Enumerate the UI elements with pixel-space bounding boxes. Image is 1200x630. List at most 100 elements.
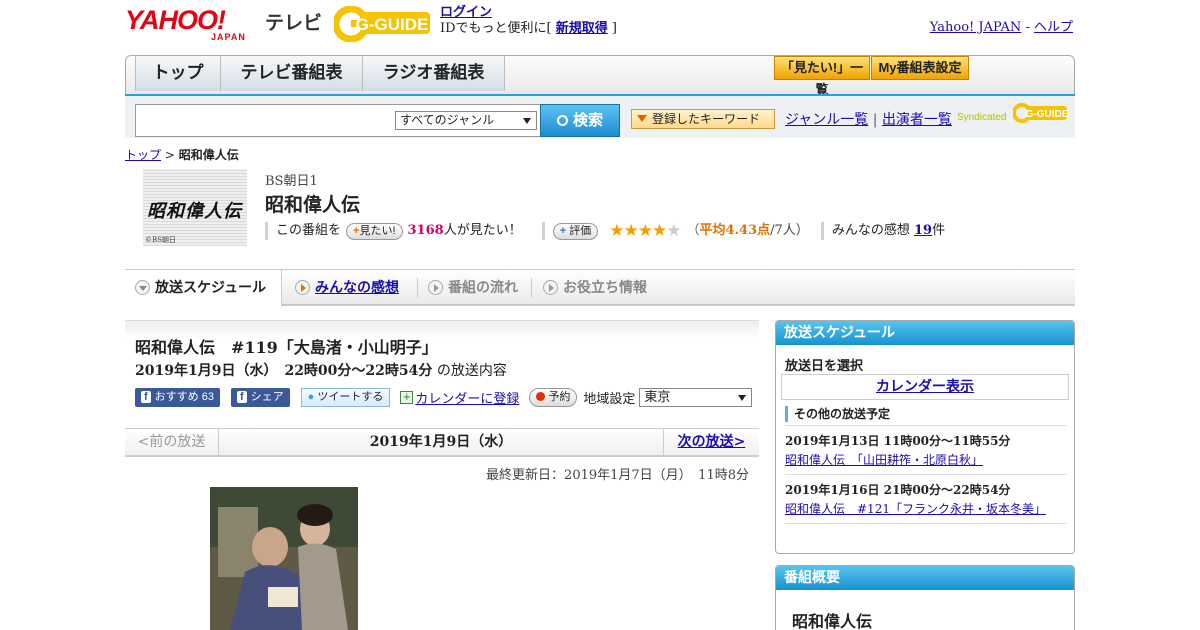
calendar-display-link[interactable]: カレンダー表示 [876,379,974,395]
tab-label: 番組の流れ [448,279,518,295]
top-right-links: Yahoo! JAPAN - ヘルプ [930,16,1073,35]
yahoo-japan-link[interactable]: Yahoo! JAPAN [930,20,1022,35]
search-input[interactable]: すべてのジャンル [135,104,541,137]
mitai-count: 3168 [407,223,444,238]
facebook-recommend-count: 63 [201,391,214,403]
comments-unit: 件 [932,223,946,238]
rating-stars: ★★★★★ [609,221,681,241]
reserve-button[interactable]: 予約 [529,388,578,407]
tweet-button-label: ツイートする [317,391,384,403]
other-broadcast-date: 2019年1月13日 11時00分～11時55分 [785,434,1011,448]
star-empty-icon: ★ [666,221,681,241]
facebook-recommend-label: おすすめ [154,391,199,403]
mitai-list-button[interactable]: 「見たい!」一覧 [774,56,870,97]
tab-program-flow[interactable]: 番組の流れ [418,270,533,305]
star-icon: ★ [637,221,653,241]
tab-comments[interactable]: みんなの感想 [285,270,415,305]
episode-datetime-value: 2019年1月9日（水） 22時00分～22時54分 [135,363,433,379]
star-icon: ★ [651,221,667,241]
play-arrow-icon [295,280,310,295]
facebook-share-button[interactable]: f シェア [230,388,290,407]
episode-info: 昭和偉人伝 #119「大島渚・小山明子」 2019年1月9日（水） 22時00分… [125,320,759,414]
stat-divider [265,222,268,240]
episode-title: 昭和偉人伝 #119「大島渚・小山明子」 [135,338,438,357]
search-button-label: 検索 [572,112,603,129]
link-separator: - [1021,20,1034,35]
stat-divider [820,222,824,240]
facebook-share-label: シェア [250,391,284,403]
region-select[interactable]: 東京 [639,388,753,407]
facebook-icon: f [236,391,247,403]
program-title: 昭和偉人伝 [265,194,361,216]
login-link[interactable]: ログイン [440,5,492,20]
tab-divider [531,278,532,298]
nav-tab-radio-schedule[interactable]: ラジオ番組表 [362,56,505,91]
comments-count-link[interactable]: 19 [914,221,932,241]
id-suffix-text: ] [607,21,617,36]
region-select-value: 東京 [644,390,671,405]
next-broadcast-link[interactable]: 次の放送> [678,434,746,450]
rating-average: 平均4.43点 [699,223,771,238]
rating-count: /7人） [770,223,809,238]
schedule-panel: 放送スケジュール 放送日を選択 カレンダー表示 その他の放送予定 2019年1月… [775,320,1075,554]
gguide-logo-text: G-GUIDE [356,15,429,34]
mitai-button-label: 見たい! [359,224,396,237]
chevron-down-icon [738,395,747,405]
star-icon: ★ [609,221,624,241]
program-stats: この番組を +見たい! 3168 人が見たい！ + 評価 ★★★★★ （平均4.4… [265,221,945,241]
next-broadcast-container: 次の放送> [663,429,759,456]
search-bar: すべてのジャンル 検索 登録したキーワード ジャンル一覧 | 出演者一覧 Syn… [125,96,1075,138]
genre-select[interactable]: すべてのジャンル [395,111,537,130]
other-broadcast-item: 2019年1月13日 11時00分～11時55分 昭和偉人伝 「山田耕筰・北原白… [785,425,1067,470]
gguide-syndicated-logo: G-GUIDE [1013,103,1069,123]
rating-button-label: 評価 [569,224,592,237]
calendar-display-container: カレンダー表示 [781,374,1069,400]
my-schedule-button[interactable]: My番組表設定 [871,56,969,80]
help-link[interactable]: ヘルプ [1034,20,1073,35]
other-broadcast-item: 2019年1月16日 21時00分～22時54分 昭和偉人伝 #121「フランク… [785,474,1067,524]
tab-broadcast-schedule[interactable]: 放送スケジュール [125,270,282,307]
rating-open-paren: （ [686,223,700,238]
episode-datetime: 2019年1月9日（水） 22時00分～22時54分 の放送内容 [135,360,507,380]
episode-photo [210,487,358,630]
gguide-logo[interactable]: G-GUIDE [332,5,434,43]
select-date-label: 放送日を選択 [785,359,864,374]
breadcrumb-separator: > [161,148,179,162]
tab-useful-info[interactable]: お役立ち情報 [533,270,673,305]
breadcrumb-top-link[interactable]: トップ [125,148,161,162]
tweet-button[interactable]: ● ツイートする [300,388,391,407]
other-broadcast-link[interactable]: 昭和偉人伝 #121「フランク永井・坂本冬美」 [785,502,1046,516]
comments-label: みんなの感想 [831,223,910,238]
thumbnail-title-text: 昭和偉人伝 [147,201,242,222]
program-thumbnail: 昭和偉人伝 ©BS朝日 [143,169,247,246]
search-button[interactable]: 検索 [540,104,620,137]
mitai-suffix: 人が見たい！ [443,223,522,238]
summary-title: 昭和偉人伝 [792,612,873,630]
cast-list-link[interactable]: 出演者一覧 [882,112,952,128]
mitai-button[interactable]: +見たい! [346,222,403,240]
plus-icon: + [559,224,567,237]
play-arrow-icon [428,280,443,295]
nav-tab-top[interactable]: トップ [135,56,221,91]
genre-select-value: すべてのジャンル [400,113,495,127]
genre-list-link[interactable]: ジャンル一覧 [785,112,868,128]
yahoo-japan-logo[interactable]: YAHOO! JAPAN テレビ [125,6,325,42]
mitai-prefix: この番組を [276,223,342,238]
tab-label: みんなの感想 [315,279,399,295]
nav-tab-tv-schedule[interactable]: テレビ番組表 [220,56,363,91]
last-updated: 最終更新日：2019年1月7日（月） 11時8分 [486,468,749,483]
tab-label: お役立ち情報 [563,279,647,295]
registered-keywords-button[interactable]: 登録したキーワード [631,109,775,129]
summary-panel-header: 番組概要 [776,566,1074,590]
star-icon: ★ [623,221,638,241]
rating-button[interactable]: + 評価 [552,222,599,240]
id-prefix-text: IDでもっと便利に[ [440,21,556,36]
calendar-register-link[interactable]: カレンダーに登録 [415,388,519,407]
link-divider: | [872,112,878,128]
breadcrumb: トップ > 昭和偉人伝 [125,146,239,163]
login-box: ログイン IDでもっと便利に[ 新規取得 ] [440,5,617,37]
register-link[interactable]: 新規取得 [556,21,608,36]
other-broadcast-link[interactable]: 昭和偉人伝 「山田耕筰・北原白秋」 [785,453,983,467]
facebook-recommend-button[interactable]: f おすすめ 63 [135,388,220,407]
twitter-bird-icon: ● [307,391,315,403]
